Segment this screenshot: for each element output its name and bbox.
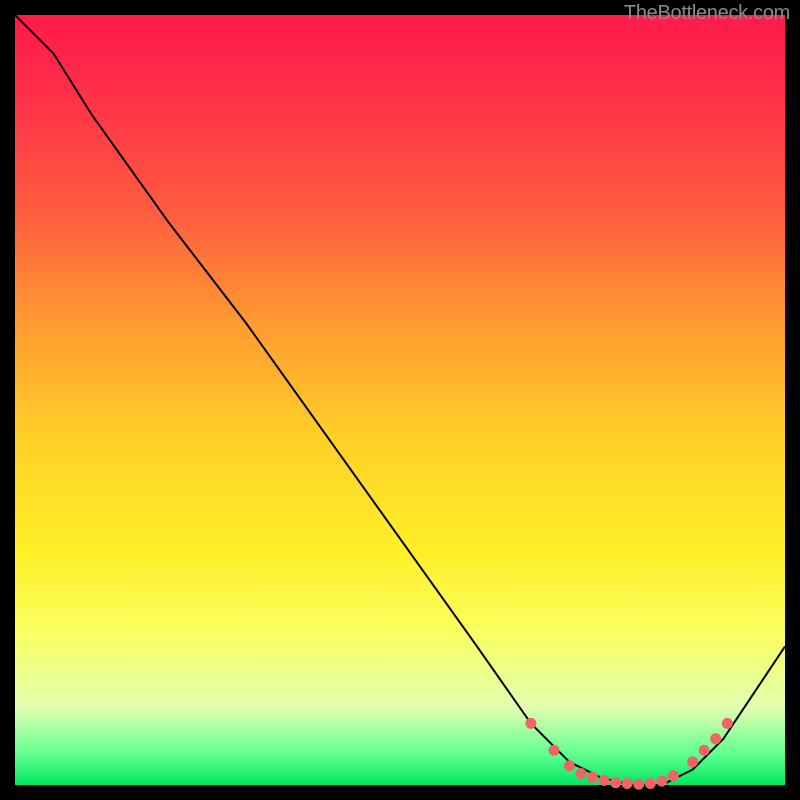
data-point xyxy=(710,733,721,744)
data-point xyxy=(668,770,679,781)
data-point xyxy=(564,760,575,771)
data-point xyxy=(576,768,587,779)
data-point xyxy=(610,777,621,788)
data-point xyxy=(587,772,598,783)
data-point xyxy=(656,776,667,787)
chart-container: TheBottleneck.com xyxy=(0,0,800,800)
bottleneck-curve xyxy=(15,15,785,785)
data-point xyxy=(549,745,560,756)
data-point xyxy=(645,778,656,789)
data-point xyxy=(622,778,633,789)
data-point xyxy=(633,779,644,790)
dot-group xyxy=(525,718,732,790)
chart-overlay xyxy=(15,15,785,785)
data-point xyxy=(722,718,733,729)
watermark-text: TheBottleneck.com xyxy=(624,2,790,25)
data-point xyxy=(699,745,710,756)
data-point xyxy=(687,756,698,767)
data-point xyxy=(525,718,536,729)
data-point xyxy=(599,775,610,786)
